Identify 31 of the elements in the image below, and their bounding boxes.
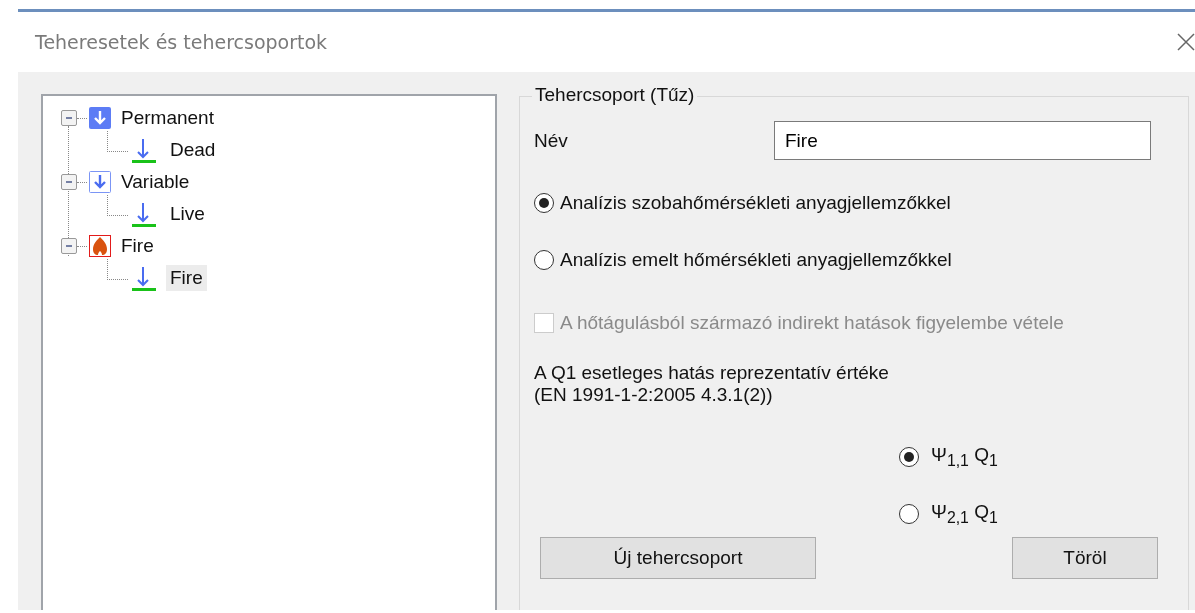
load-case-icon bbox=[130, 265, 158, 291]
tree-item[interactable]: Permanent bbox=[121, 107, 214, 129]
option-label: Ψ$_{1,1}$ Q$_{1}$ bbox=[931, 444, 998, 470]
tree-item[interactable]: Live bbox=[166, 201, 209, 227]
collapse-button[interactable] bbox=[61, 174, 77, 190]
radio-button[interactable] bbox=[534, 192, 554, 213]
close-icon[interactable] bbox=[1177, 33, 1195, 51]
flame-icon bbox=[89, 235, 111, 257]
tree-item[interactable]: Dead bbox=[166, 137, 220, 163]
radio-button[interactable] bbox=[899, 504, 919, 524]
radio-button[interactable] bbox=[899, 447, 919, 467]
note-text: A Q1 esetleges hatás reprezentatív értéke (EN 1991-1-2:2005 4.3.1(2)) bbox=[534, 362, 890, 406]
tree-item[interactable]: Variable bbox=[121, 171, 190, 193]
radio-button[interactable] bbox=[534, 249, 554, 270]
checkbox-option: A hőtágulásból származó indirekt hatások figyelembe vétele bbox=[534, 312, 1174, 334]
field-label: Név bbox=[534, 129, 569, 152]
delete-button[interactable]: Töröl bbox=[1012, 537, 1158, 579]
arrow-down-icon bbox=[89, 107, 111, 129]
name-field[interactable]: Fire bbox=[774, 121, 1151, 160]
option-label: Ψ$_{2,1}$ Q$_{1}$ bbox=[931, 501, 998, 527]
window-title: Teheresetek és tehercsoportok bbox=[35, 31, 328, 53]
arrow-down-icon bbox=[89, 171, 111, 193]
tree-item[interactable]: Fire bbox=[121, 235, 154, 257]
load-case-icon bbox=[130, 137, 158, 163]
collapse-button[interactable] bbox=[61, 238, 77, 254]
load-case-icon bbox=[130, 201, 158, 227]
tree-item[interactable]: Fire bbox=[166, 265, 207, 291]
new-group-button[interactable]: Új tehercsoport bbox=[540, 537, 816, 579]
collapse-button[interactable] bbox=[61, 110, 77, 126]
option-label: Analízis emelt hőmérsékleti anyagjellemzőkkel bbox=[560, 248, 952, 271]
option-label: Analízis szobahőmérsékleti anyagjellemzőkkel bbox=[560, 191, 951, 214]
